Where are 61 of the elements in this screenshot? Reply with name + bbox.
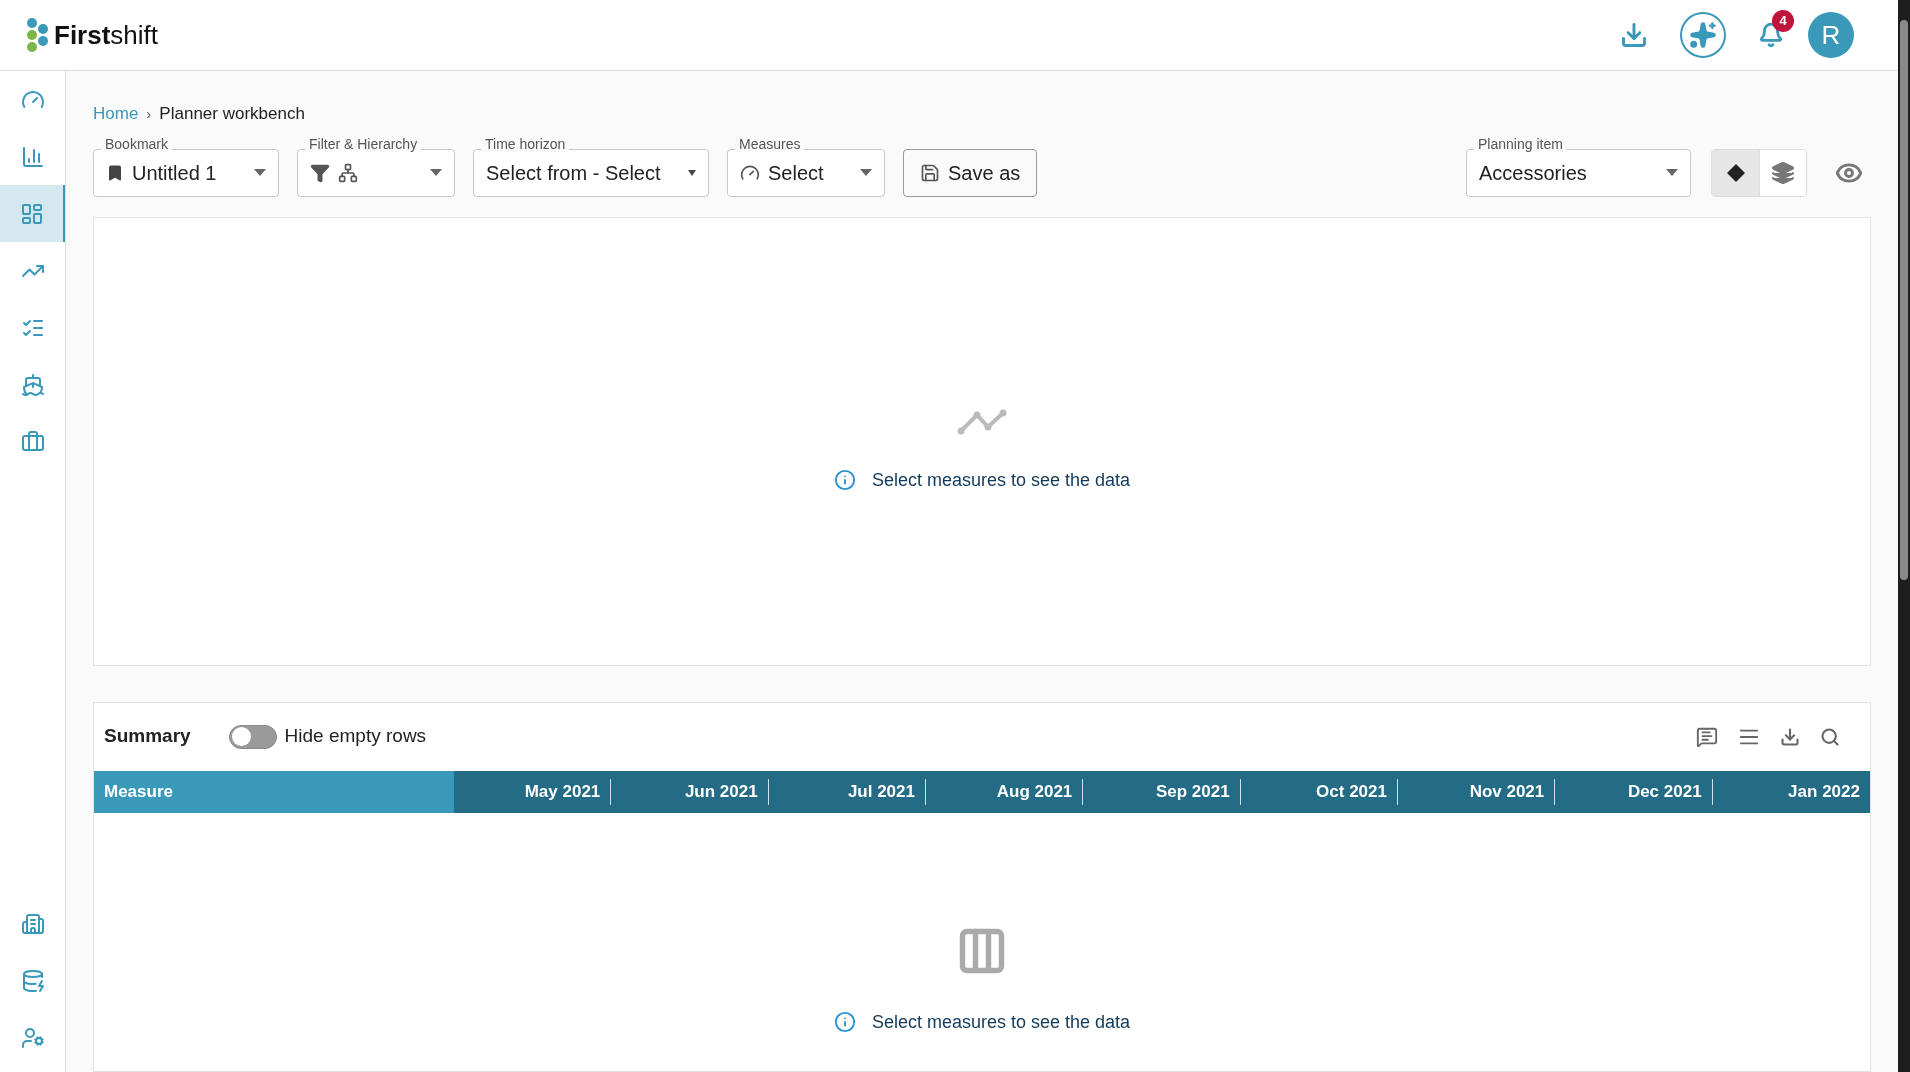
column-header: Jul 2021 bbox=[846, 780, 916, 803]
download-icon[interactable] bbox=[1780, 726, 1800, 747]
select-value: Select from - Select bbox=[486, 160, 661, 186]
briefcase-icon bbox=[20, 429, 45, 454]
logo-text: Firstshift bbox=[54, 18, 159, 52]
column-header: Sep 2021 bbox=[1154, 780, 1231, 803]
select-value: Untitled 1 bbox=[132, 160, 217, 186]
comment-icon[interactable] bbox=[1696, 725, 1718, 748]
column-header: Nov 2021 bbox=[1468, 780, 1546, 803]
breadcrumb-separator: › bbox=[146, 103, 152, 124]
caret-icon bbox=[1666, 169, 1678, 176]
filter-icon bbox=[310, 162, 330, 183]
view-toggle-button[interactable] bbox=[1712, 149, 1759, 196]
column-header: Jan 2022 bbox=[1787, 780, 1861, 803]
ship-icon bbox=[20, 372, 45, 397]
sparkle-icon bbox=[1689, 21, 1717, 49]
download-icon[interactable] bbox=[1620, 21, 1648, 49]
column-header: Oct 2021 bbox=[1315, 780, 1388, 803]
user-gear-icon bbox=[20, 1025, 45, 1050]
notification-badge: 4 bbox=[1772, 10, 1794, 32]
time-horizon-select[interactable]: Select from - Select bbox=[473, 148, 709, 197]
empty-message: Select measures to see the data bbox=[871, 468, 1131, 492]
database-gear-icon bbox=[20, 968, 45, 993]
empty-message: Select measures to see the data bbox=[871, 1010, 1131, 1034]
caret-icon bbox=[688, 169, 696, 176]
info-icon bbox=[833, 469, 856, 491]
bookmark-select[interactable]: Untitled 1 bbox=[93, 148, 279, 197]
building-icon bbox=[20, 911, 45, 936]
measures-select[interactable]: Select bbox=[727, 148, 885, 197]
layout-icon bbox=[19, 201, 44, 226]
select-value: Accessories bbox=[1479, 160, 1587, 186]
line-chart-icon bbox=[957, 408, 1007, 435]
hierarchy-icon bbox=[338, 162, 358, 183]
column-header: Measure bbox=[94, 770, 454, 813]
caret-icon bbox=[254, 169, 266, 176]
bar-chart-icon bbox=[20, 144, 45, 169]
save-as-button[interactable]: Save as bbox=[903, 148, 1038, 197]
select-value: Select bbox=[768, 160, 824, 186]
column-header: Dec 2021 bbox=[1626, 780, 1703, 803]
field-label: Planning item bbox=[1474, 135, 1567, 152]
field-label: Bookmark bbox=[101, 135, 173, 152]
column-header: Aug 2021 bbox=[995, 780, 1074, 803]
sparkle-button[interactable] bbox=[1680, 12, 1726, 58]
view-toggle-button[interactable] bbox=[1759, 149, 1806, 196]
column-header: May 2021 bbox=[523, 780, 602, 803]
breadcrumb-current: Planner workbench bbox=[159, 103, 305, 125]
caret-icon bbox=[860, 169, 872, 176]
column-header: Jun 2021 bbox=[683, 780, 759, 803]
layers-icon bbox=[1771, 160, 1795, 185]
save-icon bbox=[920, 162, 940, 183]
hide-empty-rows-toggle[interactable]: Hide empty rows bbox=[228, 722, 427, 751]
info-icon bbox=[833, 1011, 856, 1033]
bookmark-icon bbox=[106, 163, 124, 182]
logo-icon bbox=[24, 17, 50, 53]
field-label: Filter & Hierarchy bbox=[305, 135, 422, 152]
caret-icon bbox=[430, 169, 442, 176]
field-label: Time horizon bbox=[481, 135, 570, 152]
scrollbar[interactable] bbox=[1898, 0, 1910, 1072]
sidebar-item[interactable] bbox=[0, 185, 65, 242]
summary-title: Summary bbox=[104, 724, 191, 749]
search-icon[interactable] bbox=[1820, 726, 1840, 747]
